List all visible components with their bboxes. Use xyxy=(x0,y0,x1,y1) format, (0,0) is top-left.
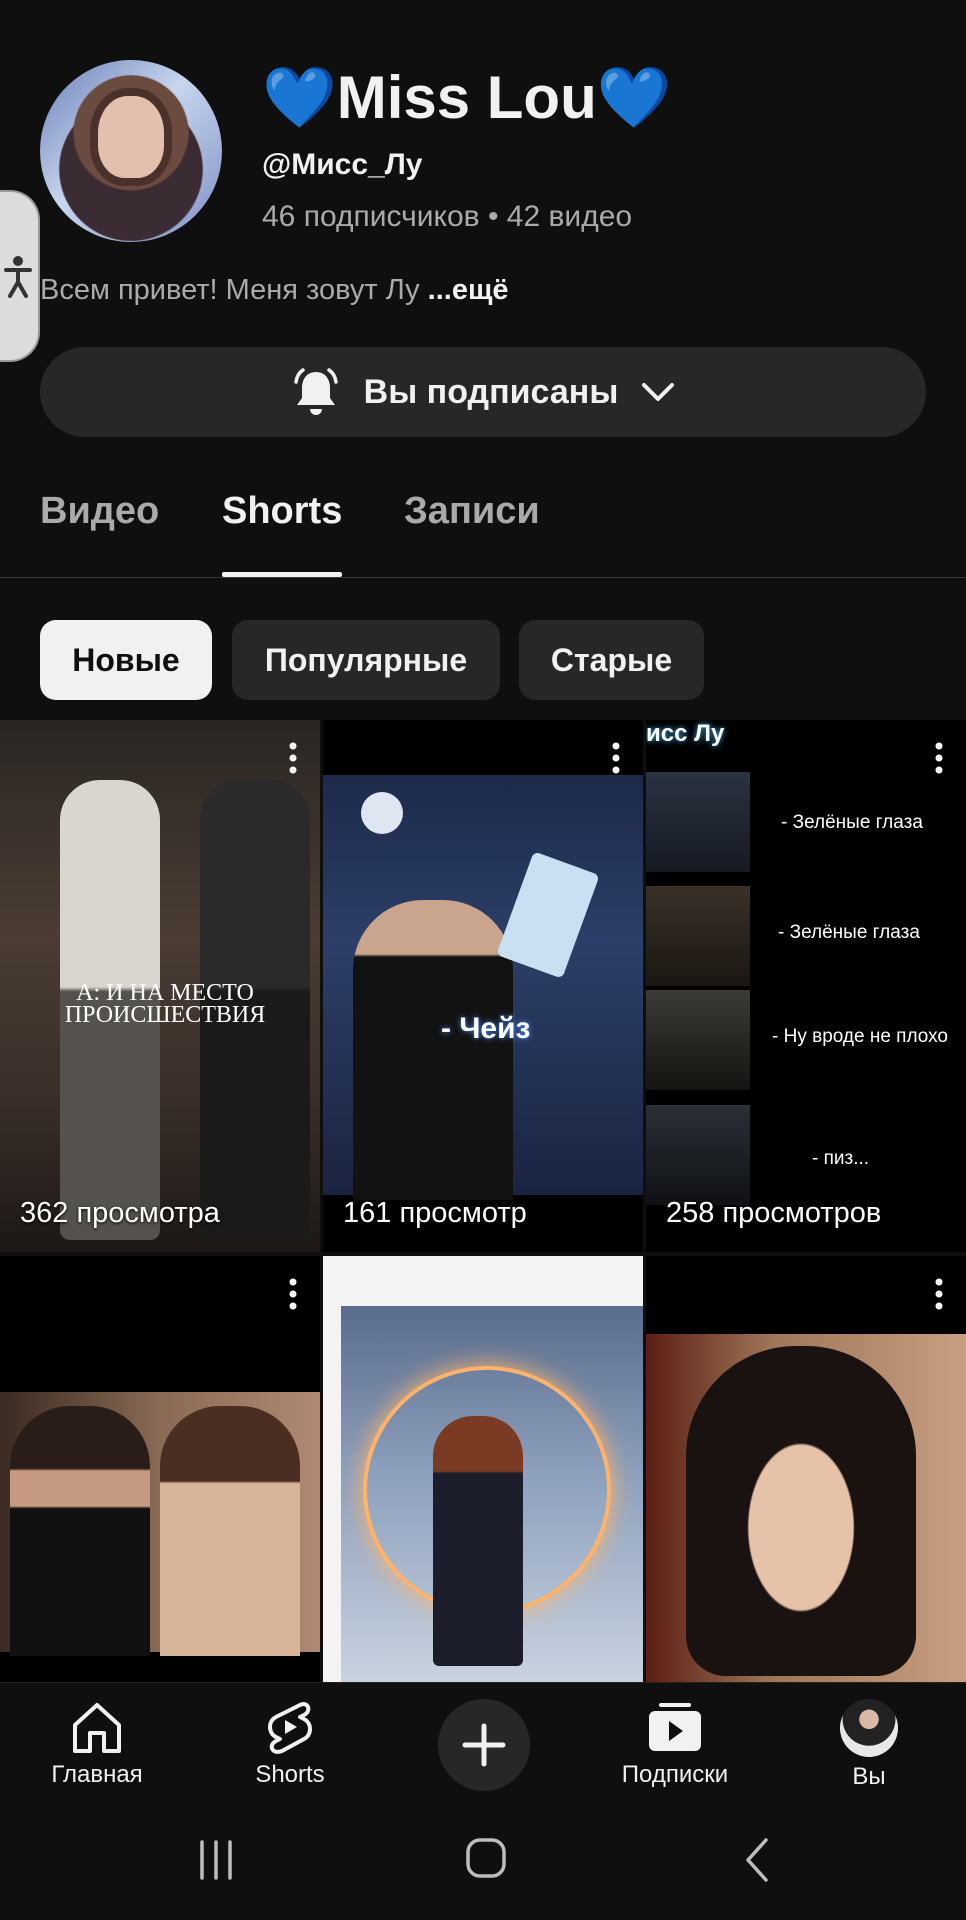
channel-stats: 46 подписчиков • 42 видео xyxy=(262,200,633,233)
view-count: 161 просмотр xyxy=(343,1197,527,1229)
thumbnail-line: - Зелёные глаза xyxy=(781,812,923,833)
short-tile-4[interactable] xyxy=(0,1256,320,1682)
channel-tabs: Видео Shorts Записи xyxy=(40,490,940,578)
recent-apps-icon[interactable] xyxy=(196,1838,236,1882)
chip-popular[interactable]: Популярные xyxy=(232,620,500,700)
person-figure xyxy=(10,1406,150,1656)
heart-emoji-left: 💙 xyxy=(262,64,337,131)
channel-bio[interactable]: Всем привет! Меня зовут Лу ...ещё xyxy=(40,274,509,307)
person-figure xyxy=(160,1406,300,1656)
plus-icon xyxy=(462,1723,506,1767)
thumbnail-image xyxy=(646,886,750,986)
nav-home-label: Главная xyxy=(51,1761,143,1788)
thumbnail-overlay-text: А: И НА МЕСТО ПРОИСШЕСТВИЯ xyxy=(64,980,266,1028)
system-navigation-bar xyxy=(0,1800,966,1920)
short-tile-5[interactable] xyxy=(323,1256,643,1682)
back-icon[interactable] xyxy=(742,1836,772,1884)
thumbnail-overlay-title: исс Лу xyxy=(646,720,725,747)
more-options-icon[interactable] xyxy=(288,742,298,774)
person-figure xyxy=(353,900,513,1200)
short-tile-3[interactable]: исс Лу - Зелёные глаза - Зелёные глаза -… xyxy=(646,720,966,1252)
home-system-icon[interactable] xyxy=(464,1836,508,1880)
tab-shorts[interactable]: Shorts xyxy=(222,490,342,533)
thumbnail-line: - Зелёные глаза xyxy=(778,922,920,943)
view-count: 258 просмотров xyxy=(666,1197,882,1229)
more-options-icon[interactable] xyxy=(934,742,944,774)
channel-handle: @Мисс_Лу xyxy=(262,148,423,181)
divider xyxy=(0,577,966,578)
tab-videos[interactable]: Видео xyxy=(40,490,159,533)
nav-subscriptions[interactable]: Подписки xyxy=(600,1699,750,1789)
moon-shape xyxy=(361,792,403,834)
short-tile-2[interactable]: - Чейз 161 просмотр xyxy=(323,720,643,1252)
thumbnail-image xyxy=(646,990,750,1090)
bio-more-link[interactable]: ...ещё xyxy=(428,274,509,306)
person-figure xyxy=(686,1346,916,1676)
thumbnail-image xyxy=(646,772,750,872)
person-figure xyxy=(433,1416,523,1666)
nav-subscriptions-label: Подписки xyxy=(621,1761,729,1788)
create-button[interactable] xyxy=(438,1699,530,1791)
more-options-icon[interactable] xyxy=(934,1278,944,1310)
subscribed-button[interactable]: Вы подписаны xyxy=(40,347,926,437)
nav-home[interactable]: Главная xyxy=(22,1699,172,1789)
view-count: 362 просмотра xyxy=(20,1197,220,1229)
thumbnail-image xyxy=(646,1105,750,1205)
thumbnail-overlay-text: - Чейз xyxy=(441,1012,531,1045)
subscriptions-icon xyxy=(649,1703,701,1751)
nav-shorts[interactable]: Shorts xyxy=(215,1699,365,1789)
nav-shorts-label: Shorts xyxy=(255,1761,325,1788)
heart-emoji-right: 💙 xyxy=(596,64,672,131)
more-options-icon[interactable] xyxy=(288,1278,298,1310)
shorts-icon xyxy=(268,1702,312,1754)
chip-newest[interactable]: Новые xyxy=(40,620,212,700)
more-options-icon[interactable] xyxy=(611,742,621,774)
short-tile-1[interactable]: А: И НА МЕСТО ПРОИСШЕСТВИЯ 362 просмотра xyxy=(0,720,320,1252)
user-avatar xyxy=(840,1699,898,1757)
accessibility-button[interactable] xyxy=(0,190,40,362)
thumbnail-line: - пиз... xyxy=(812,1148,870,1169)
accessibility-icon xyxy=(4,256,32,298)
short-tile-6[interactable] xyxy=(646,1256,966,1682)
home-icon xyxy=(73,1703,121,1753)
nav-you[interactable]: Вы xyxy=(794,1699,944,1791)
bell-icon xyxy=(293,368,338,415)
chip-oldest[interactable]: Старые xyxy=(519,620,704,700)
channel-avatar[interactable] xyxy=(40,60,222,242)
chevron-down-icon xyxy=(642,383,675,401)
bio-text: Всем привет! Меня зовут Лу xyxy=(40,274,428,306)
subscribed-label: Вы подписаны xyxy=(363,372,619,411)
bottom-navigation: Главная Shorts Подписки Вы xyxy=(0,1682,966,1801)
tab-posts[interactable]: Записи xyxy=(404,490,540,533)
channel-name: 💙Miss Lou💙 xyxy=(262,62,671,133)
nav-you-label: Вы xyxy=(852,1763,886,1790)
channel-name-text: Miss Lou xyxy=(336,64,597,131)
thumbnail-line: - Ну вроде не плохо xyxy=(772,1026,948,1047)
